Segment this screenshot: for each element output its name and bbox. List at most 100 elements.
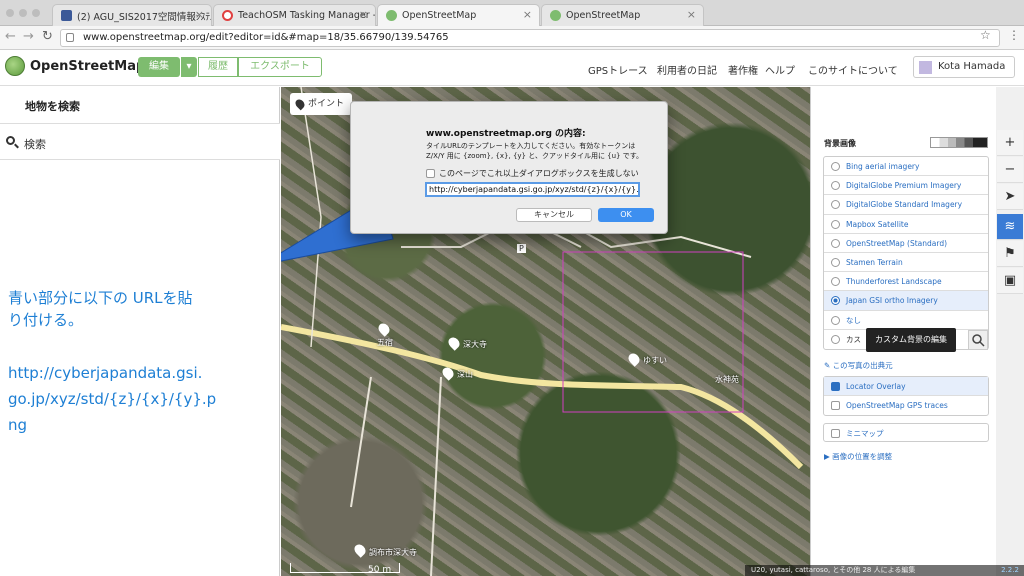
radio-button[interactable] [831, 315, 840, 325]
radio-button-selected[interactable] [831, 296, 840, 306]
locate-button[interactable]: ➤ [997, 184, 1023, 210]
avatar [919, 61, 932, 74]
close-icon[interactable]: × [687, 8, 696, 21]
history-button[interactable]: 履歴 [198, 57, 238, 77]
nav-help[interactable]: ヘルプ [765, 62, 795, 77]
place-label: 深山 [457, 370, 473, 379]
suppress-dialogs-checkbox[interactable] [426, 169, 435, 178]
close-icon[interactable]: × [523, 8, 532, 21]
bookmark-star-icon[interactable]: ☆ [980, 28, 991, 42]
overlay-label: OpenStreetMap GPS traces [846, 401, 948, 410]
site-title[interactable]: OpenStreetMap [30, 59, 145, 74]
radio-button[interactable] [831, 200, 840, 210]
adjust-label: 画像の位置を調整 [832, 452, 893, 461]
map-data-button[interactable]: ⚑ [997, 241, 1023, 267]
background-settings-button[interactable]: ≋ [997, 214, 1023, 240]
layer-thunderforest[interactable]: Thunderforest Landscape [824, 272, 988, 292]
nav-about[interactable]: このサイトについて [808, 62, 898, 77]
tile-url-input[interactable]: http://cyberjapandata.gsi.go.jp/xyz/std/… [425, 182, 640, 197]
radio-button[interactable] [831, 277, 840, 287]
overlay-gps-traces[interactable]: OpenStreetMap GPS traces [824, 396, 988, 415]
close-icon[interactable]: × [195, 8, 204, 21]
layer-label: DigitalGlobe Premium Imagery [846, 181, 962, 191]
browser-tab-4[interactable]: OpenStreetMap × [541, 4, 704, 26]
parking-marker: P [517, 244, 526, 253]
edit-button[interactable]: 編集 [138, 57, 180, 77]
forward-icon[interactable]: → [23, 29, 34, 44]
side-road [430, 376, 442, 576]
add-point-button[interactable]: ポイント [290, 93, 353, 115]
nav-gps-traces[interactable]: GPSトレース [588, 62, 648, 77]
radio-button[interactable] [831, 181, 840, 191]
ok-button[interactable]: OK [598, 208, 654, 222]
edit-dropdown-button[interactable]: ▾ [181, 57, 197, 77]
layer-japan-gsi[interactable]: Japan GSI ortho Imagery [824, 291, 988, 311]
adjust-imagery-offset-link[interactable]: ▶ 画像の位置を調整 [824, 451, 892, 462]
annotation-url-3: ng [8, 416, 28, 434]
layer-mapbox-satellite[interactable]: Mapbox Satellite [824, 215, 988, 234]
side-road [300, 87, 322, 348]
attribution-text[interactable]: U20, yutasi, cattaroso, とその他 28 人による編集 [751, 566, 915, 574]
nav-copyright[interactable]: 著作権 [728, 62, 758, 77]
zoom-in-button[interactable]: + [997, 130, 1023, 156]
minimap-toggle[interactable]: ミニマップ [823, 423, 989, 442]
help-button[interactable]: ▣ [997, 268, 1023, 294]
zoom-out-button[interactable]: − [997, 157, 1023, 183]
user-menu[interactable]: Kota Hamada [913, 56, 1015, 78]
overlay-locator[interactable]: Locator Overlay [824, 377, 988, 396]
sidebar-title: 地物を検索 [25, 100, 80, 113]
layer-digitalglobe-premium[interactable]: DigitalGlobe Premium Imagery [824, 176, 988, 196]
reload-icon[interactable]: ↻ [42, 29, 53, 44]
checkbox[interactable] [831, 401, 840, 410]
radio-button[interactable] [831, 257, 840, 267]
browser-tab-3-active[interactable]: OpenStreetMap × [377, 4, 540, 26]
radio-button[interactable] [831, 334, 840, 344]
window-minimize-dot[interactable] [19, 9, 27, 17]
layer-osm-standard[interactable]: OpenStreetMap (Standard) [824, 234, 988, 253]
user-name: Kota Hamada [938, 61, 1006, 72]
cancel-button[interactable]: キャンセル [516, 208, 592, 222]
version-label: 2.2.2 [996, 565, 1024, 576]
layer-stamen-terrain[interactable]: Stamen Terrain [824, 253, 988, 273]
info-icon[interactable] [66, 33, 74, 42]
url-text: www.openstreetmap.org/edit?editor=id&#ma… [83, 32, 449, 43]
nav-user-diaries[interactable]: 利用者の日記 [657, 62, 717, 77]
place-label: 五宿 [377, 338, 393, 347]
opacity-slider[interactable] [930, 137, 988, 148]
layer-none[interactable]: なし [824, 311, 988, 330]
layer-digitalglobe-standard[interactable]: DigitalGlobe Standard Imagery [824, 195, 988, 215]
map-draw-toolbar: ポイント [290, 93, 353, 115]
point-pin-icon [293, 97, 307, 111]
annotation-line-2: り付ける。 [8, 311, 84, 329]
custom-background-tooltip: カスタム背景の編集 [866, 328, 956, 352]
imagery-source-link[interactable]: ✎ この写真の出典元 [824, 360, 893, 371]
checkbox[interactable] [831, 429, 840, 438]
checkbox-checked[interactable] [831, 382, 840, 391]
edit-custom-background-button[interactable] [968, 330, 988, 350]
add-point-label: ポイント [308, 99, 345, 109]
osm-logo-icon[interactable] [5, 56, 25, 76]
osm-icon [550, 10, 561, 21]
radio-button[interactable] [831, 238, 840, 248]
back-icon[interactable]: ← [5, 29, 16, 44]
layer-label: Bing aerial imagery [846, 162, 920, 171]
chevron-down-icon: ▾ [186, 61, 192, 72]
close-icon[interactable]: × [359, 8, 368, 21]
layer-bing[interactable]: Bing aerial imagery [824, 157, 988, 177]
facebook-icon [61, 10, 72, 21]
window-close-dot[interactable] [6, 9, 14, 17]
browser-menu-icon[interactable]: ⋮ [1008, 28, 1020, 42]
radio-button[interactable] [831, 219, 840, 229]
window-zoom-dot[interactable] [32, 9, 40, 17]
radio-button[interactable] [831, 162, 840, 171]
browser-tab-2[interactable]: TeachOSM Tasking Manager - × [213, 4, 376, 26]
layer-label: Thunderforest Landscape [846, 277, 942, 287]
browser-tab-1[interactable]: (2) AGU_SIS2017空間情報ｼｽﾃﾑ × [52, 4, 212, 26]
address-bar[interactable]: www.openstreetmap.org/edit?editor=id&#ma… [60, 29, 1000, 47]
place-label: 調布市深大寺 [369, 548, 417, 557]
layer-label: Mapbox Satellite [846, 219, 909, 229]
triangle-right-icon: ▶ [824, 452, 833, 461]
export-button[interactable]: エクスポート [238, 57, 322, 77]
background-panel-title: 背景画像 [824, 139, 856, 148]
search-icon [972, 334, 985, 347]
